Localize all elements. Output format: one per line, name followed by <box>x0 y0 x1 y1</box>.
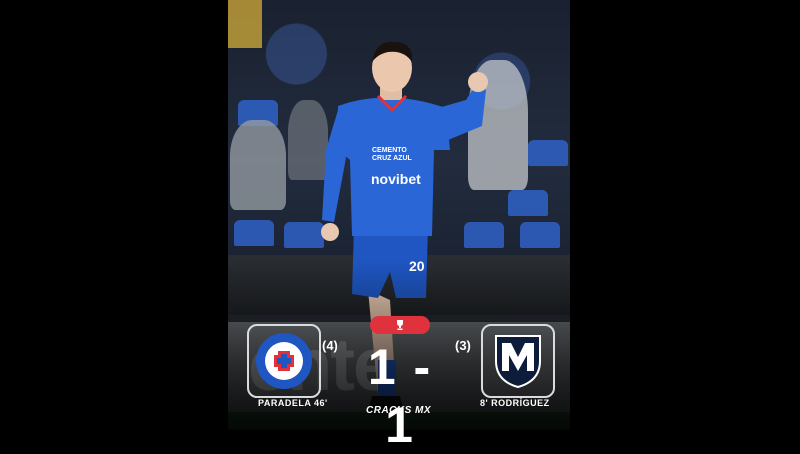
shirt-sponsor: novibet <box>371 171 421 187</box>
trophy-icon <box>397 320 403 330</box>
shirt-sponsor-cement: CEMENTO CRUZ AZUL <box>372 147 412 162</box>
brand-logo: CRACKS MX <box>366 405 432 416</box>
home-scorer: PARADELA 46' <box>258 398 328 408</box>
away-scorer: 8' RODRÍGUEZ <box>480 398 550 408</box>
scoreline: 1 - 1 <box>367 339 433 453</box>
cruz-azul-crest-icon <box>256 333 312 389</box>
shorts-number: 20 <box>409 258 425 274</box>
competition-pill <box>370 316 430 334</box>
home-penalties: (4) <box>322 338 338 353</box>
home-team-badge <box>247 324 321 398</box>
monterrey-crest-icon <box>495 335 541 389</box>
away-penalties: (3) <box>455 338 471 353</box>
away-team-badge <box>481 324 555 398</box>
